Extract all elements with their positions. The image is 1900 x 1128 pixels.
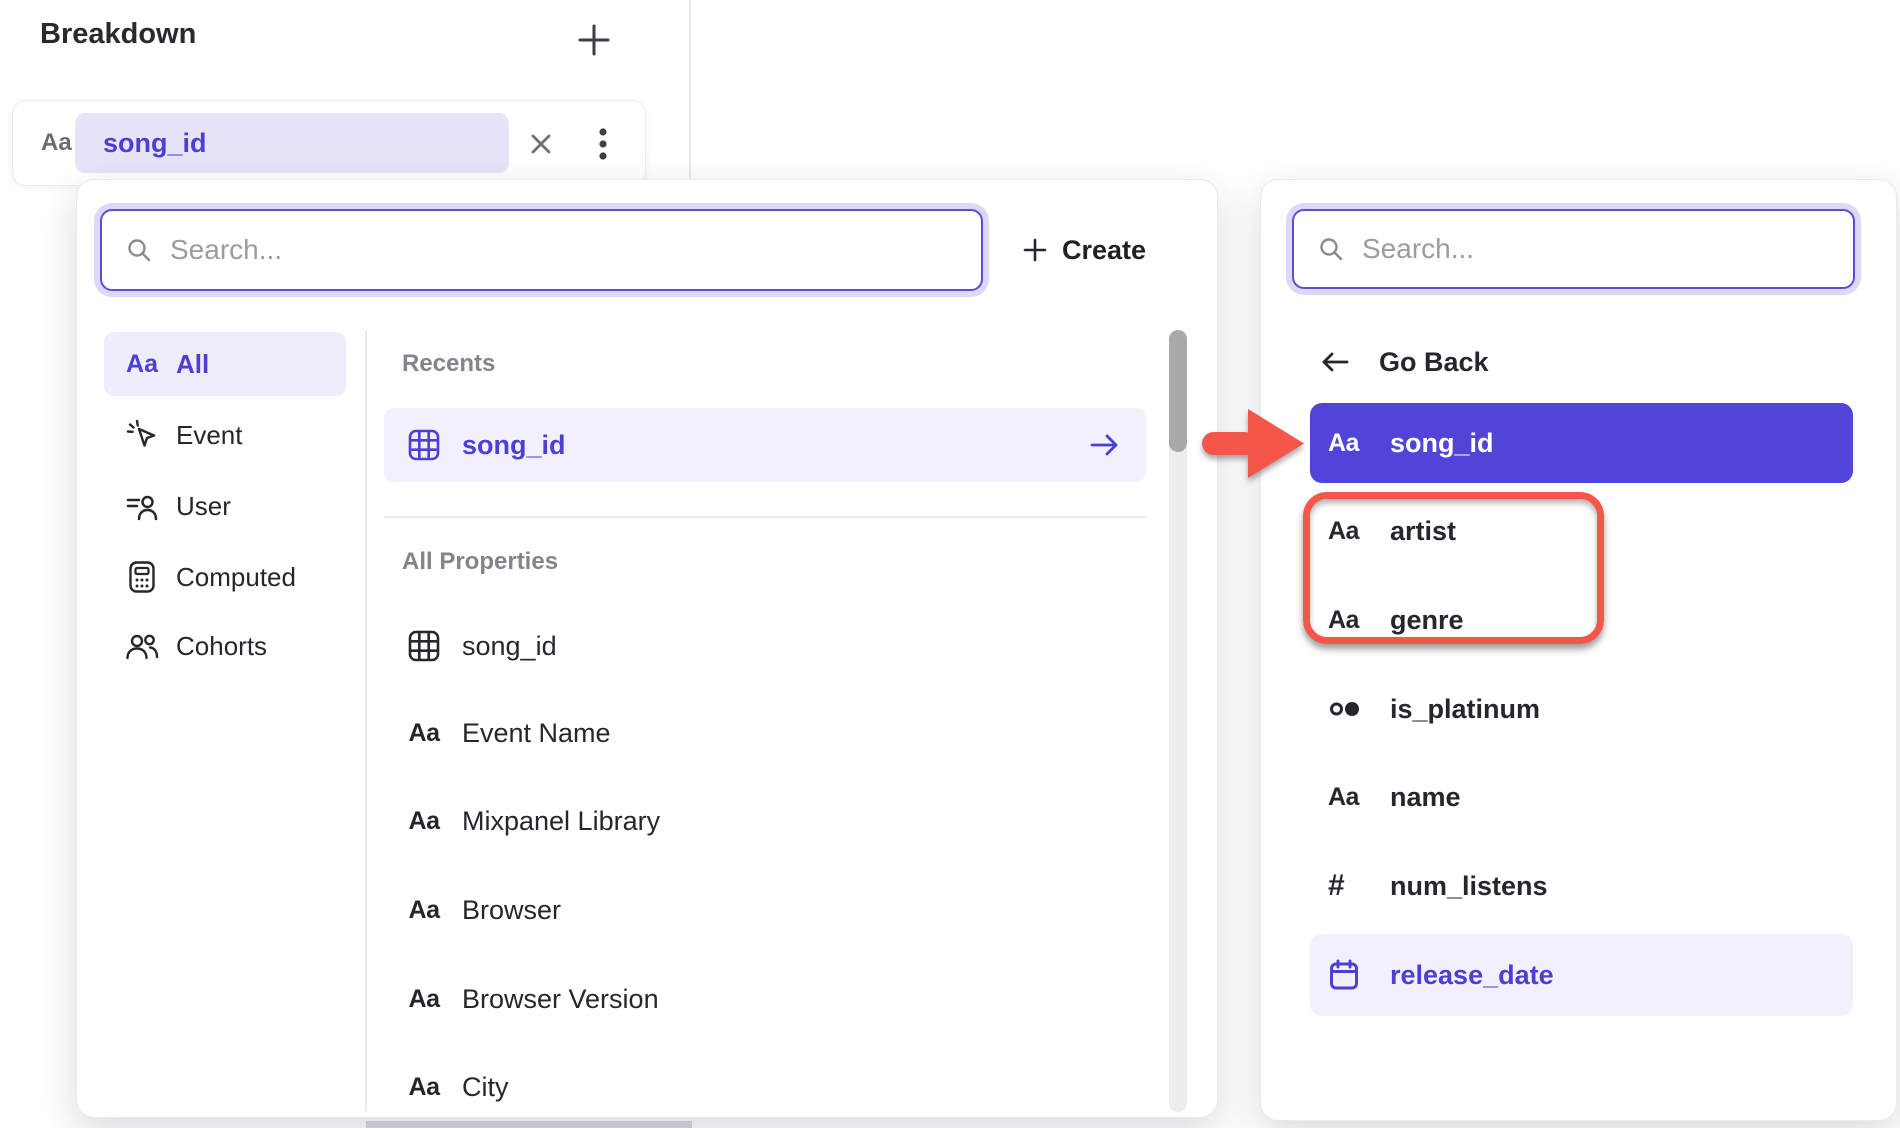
property-picker-screen: Breakdown Aa song_id Sea: [0, 0, 1900, 1128]
close-icon: [527, 130, 555, 158]
number-icon: #: [1328, 869, 1370, 903]
subproperty-row-release_date[interactable]: release_date: [1310, 934, 1853, 1016]
property-label: release_date: [1390, 960, 1554, 991]
property-label: name: [1390, 782, 1461, 813]
plus-icon: [574, 20, 614, 60]
breakdown-options-button[interactable]: [597, 127, 609, 161]
drill-in-arrow-icon[interactable]: [1088, 431, 1122, 459]
subproperty-row-name[interactable]: Aa name: [1310, 760, 1853, 834]
breakdown-chip[interactable]: Aa song_id: [12, 100, 646, 186]
property-picker-dropdown: Search... Create Aa All Event: [76, 179, 1218, 1118]
search-input[interactable]: Search...: [100, 209, 983, 291]
recent-property-song_id[interactable]: song_id: [384, 408, 1146, 482]
category-label: Cohorts: [176, 631, 267, 662]
event-click-icon: [124, 419, 160, 451]
boolean-icon: [1328, 698, 1370, 720]
text-type-icon: Aa: [406, 896, 442, 925]
property-row-browser-version[interactable]: Aa Browser Version: [384, 962, 1146, 1036]
property-label: num_listens: [1390, 871, 1548, 902]
search-placeholder: Search...: [1362, 233, 1474, 265]
recents-heading: Recents: [402, 350, 495, 378]
text-type-icon: Aa: [1328, 429, 1370, 458]
scrollbar-thumb[interactable]: [1169, 330, 1187, 452]
search-input[interactable]: Search...: [1292, 209, 1855, 289]
property-row-browser[interactable]: Aa Browser: [384, 873, 1146, 947]
sidebar-divider: [365, 330, 367, 1111]
property-label: song_id: [462, 631, 557, 662]
remove-breakdown-button[interactable]: [527, 130, 555, 158]
go-back-button[interactable]: Go Back: [1319, 332, 1489, 392]
property-row-song_id[interactable]: song_id: [384, 609, 1146, 683]
category-label: Event: [176, 420, 243, 451]
text-type-icon: Aa: [124, 350, 160, 379]
category-tab-user[interactable]: User: [104, 474, 346, 538]
category-label: All: [176, 349, 209, 380]
calendar-icon: [1328, 958, 1370, 992]
text-type-icon: Aa: [406, 985, 442, 1014]
go-back-label: Go Back: [1379, 347, 1489, 378]
subproperty-row-genre[interactable]: Aa genre: [1310, 583, 1853, 657]
text-type-icon: Aa: [1328, 606, 1370, 635]
all-properties-heading: All Properties: [402, 548, 558, 576]
property-label: is_platinum: [1390, 694, 1540, 725]
search-placeholder: Search...: [170, 234, 282, 266]
category-label: User: [176, 491, 231, 522]
property-label: artist: [1390, 516, 1456, 547]
property-label: song_id: [462, 430, 566, 461]
text-type-icon: Aa: [1328, 783, 1370, 812]
property-row-mixpanel-library[interactable]: Aa Mixpanel Library: [384, 784, 1146, 858]
property-label: Browser Version: [462, 984, 659, 1015]
create-button-label: Create: [1062, 235, 1146, 266]
property-label: genre: [1390, 605, 1464, 636]
search-icon: [1318, 236, 1344, 262]
property-detail-dropdown: Search... Go Back Aa song_id Aa artist A…: [1260, 179, 1897, 1121]
breakdown-property-token[interactable]: song_id: [75, 113, 509, 173]
subproperty-row-is_platinum[interactable]: is_platinum: [1310, 672, 1853, 746]
subproperty-row-song_id[interactable]: Aa song_id: [1310, 403, 1853, 483]
text-type-icon: Aa: [406, 719, 442, 748]
text-type-icon: Aa: [406, 807, 442, 836]
table-grid-icon: [406, 428, 442, 462]
property-label: Event Name: [462, 718, 611, 749]
breakdown-section-title: Breakdown: [40, 18, 196, 51]
subproperty-row-num_listens[interactable]: # num_listens: [1310, 849, 1853, 923]
category-tab-computed[interactable]: Computed: [104, 545, 346, 609]
property-label: City: [462, 1072, 509, 1103]
text-type-icon: Aa: [41, 101, 72, 185]
user-list-icon: [124, 491, 160, 521]
calculator-icon: [124, 560, 160, 594]
property-row-event-name[interactable]: Aa Event Name: [384, 696, 1146, 770]
text-type-icon: Aa: [1328, 517, 1370, 546]
people-icon: [124, 632, 160, 660]
create-property-button[interactable]: Create: [1022, 209, 1146, 291]
kebab-menu-icon: [597, 127, 609, 161]
subproperty-row-artist[interactable]: Aa artist: [1310, 494, 1853, 568]
arrow-left-icon: [1319, 349, 1351, 375]
breakdown-property-label: song_id: [103, 128, 207, 159]
table-grid-icon: [406, 629, 442, 663]
category-label: Computed: [176, 562, 296, 593]
property-label: Browser: [462, 895, 561, 926]
add-breakdown-button[interactable]: [570, 16, 618, 64]
category-tab-all[interactable]: Aa All: [104, 332, 346, 396]
property-row-city[interactable]: Aa City: [384, 1050, 1146, 1124]
text-type-icon: Aa: [406, 1073, 442, 1102]
category-tab-event[interactable]: Event: [104, 403, 346, 467]
property-label: song_id: [1390, 428, 1494, 459]
panel-edge-divider: [689, 0, 691, 180]
plus-icon: [1022, 237, 1048, 263]
property-label: Mixpanel Library: [462, 806, 660, 837]
search-icon: [126, 237, 152, 263]
section-divider: [384, 516, 1146, 518]
category-tab-cohorts[interactable]: Cohorts: [104, 614, 346, 678]
